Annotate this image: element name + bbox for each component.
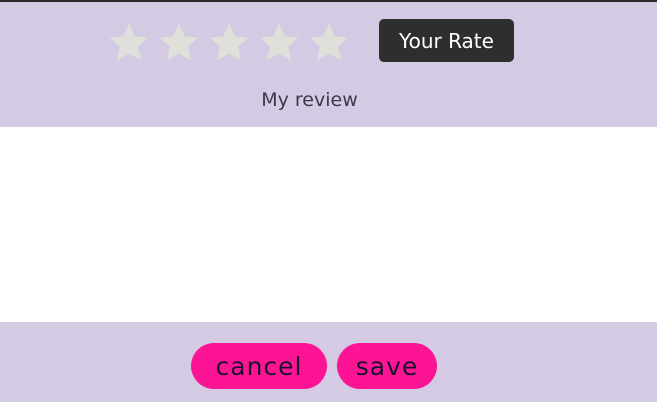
save-button[interactable]: save <box>337 343 437 389</box>
star-icon[interactable] <box>257 21 301 65</box>
your-rate-badge: Your Rate <box>379 19 514 62</box>
star-icon[interactable] <box>107 21 151 65</box>
star-rating[interactable] <box>107 20 351 66</box>
star-icon[interactable] <box>207 21 251 65</box>
review-textarea[interactable] <box>0 127 657 322</box>
cancel-button[interactable]: cancel <box>191 343 327 389</box>
star-icon[interactable] <box>307 21 351 65</box>
action-bar: cancel save <box>0 322 657 402</box>
star-icon[interactable] <box>157 21 201 65</box>
rating-header: Your Rate My review <box>0 2 657 127</box>
review-label: My review <box>261 89 358 111</box>
